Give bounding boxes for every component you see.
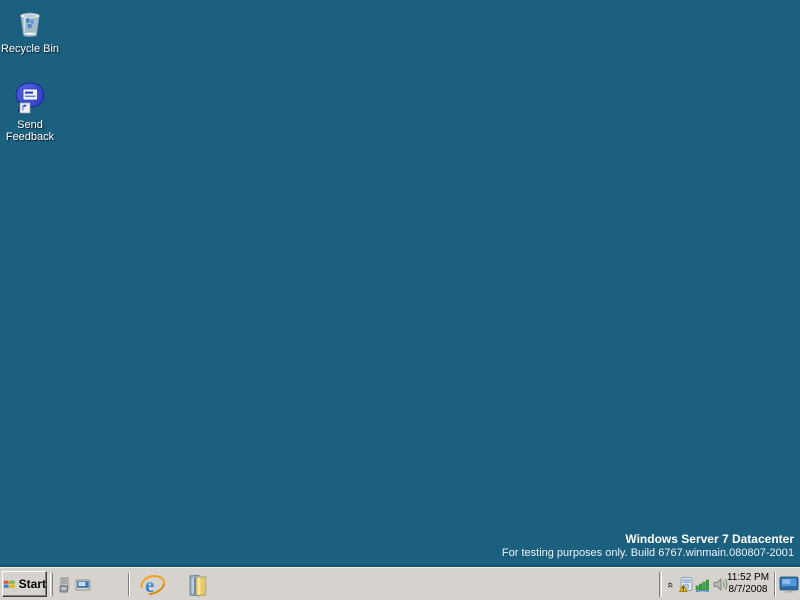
- quick-launch-show-desktop[interactable]: [73, 575, 93, 595]
- start-button[interactable]: Start: [2, 571, 47, 597]
- taskbar-button-windows-explorer[interactable]: [184, 571, 214, 599]
- desktop-icon-send-feedback[interactable]: Send Feedback: [0, 82, 62, 143]
- send-feedback-icon: [15, 82, 45, 114]
- internet-explorer-icon: e: [140, 573, 166, 597]
- watermark-edition: Windows Server 7 Datacenter: [625, 532, 794, 546]
- chevron-up-icon: «: [664, 581, 676, 588]
- clock-date: 8/7/2008: [728, 584, 768, 595]
- clock-time: 11:52 PM: [726, 572, 770, 583]
- tray-divider: [659, 572, 662, 597]
- tray-divider-2: [774, 572, 776, 597]
- quick-launch-handle[interactable]: [50, 573, 53, 596]
- recycle-bin-icon: [20, 12, 40, 37]
- taskbar-button-internet-explorer[interactable]: e: [138, 571, 168, 599]
- update-warning-icon[interactable]: [678, 576, 695, 593]
- tray-chevron-button[interactable]: «: [664, 576, 676, 593]
- build-watermark: Windows Server 7 Datacenter For testing …: [502, 532, 794, 560]
- taskbar: Start e « 11:52 PM 8/7/2008: [0, 567, 800, 600]
- server-manager-icon: [59, 577, 69, 593]
- windows-flag-icon: [3, 579, 15, 588]
- taskbar-separator: [128, 573, 130, 596]
- display-icon[interactable]: [779, 574, 799, 594]
- show-desktop-icon: [75, 579, 91, 591]
- windows-explorer-icon: [189, 574, 207, 597]
- desktop-icon-label: Send Feedback: [5, 119, 55, 143]
- network-icon[interactable]: [695, 576, 712, 593]
- quick-launch-server-manager[interactable]: [55, 575, 75, 595]
- desktop-icon-recycle-bin[interactable]: Recycle Bin: [0, 6, 62, 55]
- desktop-icon-label: Recycle Bin: [0, 43, 60, 55]
- tray-clock[interactable]: 11:52 PM 8/7/2008: [724, 572, 772, 597]
- watermark-build: For testing purposes only. Build 6767.wi…: [501, 547, 794, 559]
- start-button-label: Start: [18, 577, 46, 591]
- desktop: Recycle Bin Send Feedback Windows Server…: [0, 0, 800, 600]
